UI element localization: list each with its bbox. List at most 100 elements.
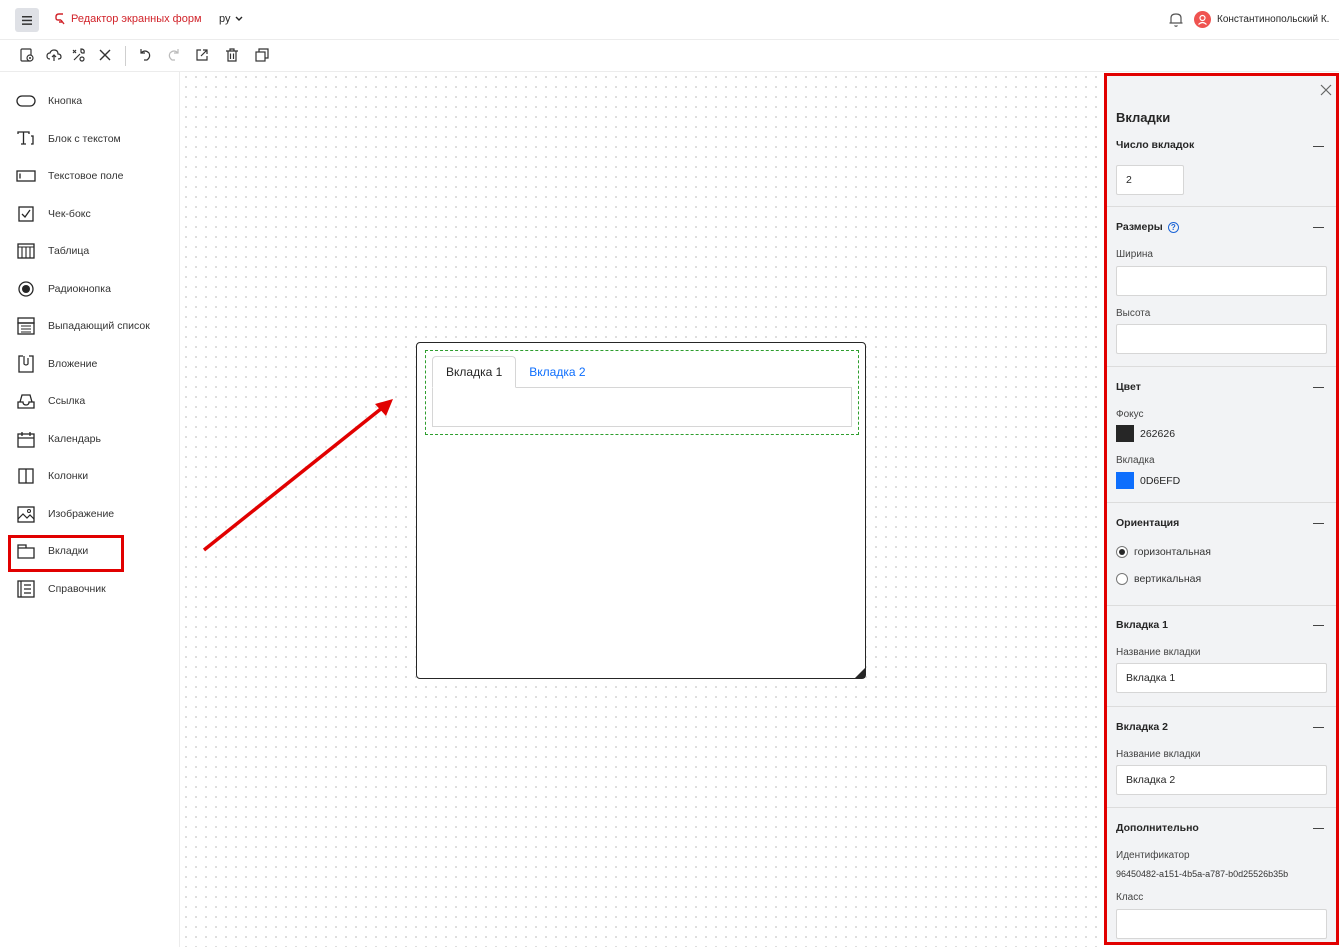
- language-select[interactable]: ру: [219, 13, 243, 25]
- palette-item-dropdown[interactable]: Выпадающий список: [16, 315, 166, 337]
- text-block-icon: [16, 129, 36, 149]
- form-container[interactable]: Вкладка 1 Вкладка 2: [416, 342, 866, 679]
- class-input[interactable]: [1116, 909, 1327, 939]
- palette-item-label: Выпадающий список: [48, 320, 150, 332]
- help-icon[interactable]: ?: [1167, 221, 1179, 233]
- tab2-name-input[interactable]: Вкладка 2: [1116, 765, 1327, 795]
- radio-button[interactable]: [1116, 573, 1128, 585]
- palette-item-text-block[interactable]: Блок с текстом: [16, 128, 166, 150]
- properties-panel: Вкладки Число вкладок 2 Размеры ? Ширина…: [1104, 73, 1339, 945]
- palette-item-link[interactable]: Ссылка: [16, 390, 166, 412]
- collapse-icon[interactable]: [1313, 828, 1324, 829]
- height-input[interactable]: [1116, 324, 1327, 354]
- palette-item-attachment[interactable]: Вложение: [16, 353, 166, 375]
- section-color-title[interactable]: Цвет: [1116, 381, 1141, 393]
- close-icon[interactable]: [1320, 84, 1334, 98]
- palette-item-label: Календарь: [48, 433, 101, 445]
- link-icon: [16, 391, 36, 411]
- chevron-down-icon: [235, 16, 242, 21]
- orientation-vertical-option[interactable]: вертикальная: [1116, 573, 1201, 585]
- resize-handle[interactable]: [855, 668, 865, 678]
- palette-item-label: Радиокнопка: [48, 283, 111, 295]
- palette-item-reference[interactable]: Справочник: [16, 578, 166, 600]
- section-extra-title[interactable]: Дополнительно: [1116, 822, 1199, 834]
- button-icon: [16, 91, 36, 111]
- app-title[interactable]: Редактор экранных форм: [55, 13, 202, 25]
- undo-icon[interactable]: [137, 47, 153, 63]
- radio-button[interactable]: [1116, 546, 1128, 558]
- tab-color-picker[interactable]: 0D6EFD: [1116, 472, 1180, 489]
- tab-count-input[interactable]: 2: [1116, 165, 1184, 195]
- orientation-horizontal-option[interactable]: горизонтальная: [1116, 546, 1211, 558]
- palette-item-table[interactable]: Таблица: [16, 240, 166, 262]
- copy-icon[interactable]: [254, 47, 270, 63]
- section-divider: [1107, 502, 1336, 503]
- palette-item-button[interactable]: Кнопка: [16, 90, 166, 112]
- export-icon[interactable]: [194, 47, 210, 63]
- section-title-label: Число вкладок: [1116, 139, 1195, 151]
- section-title-label: Дополнительно: [1116, 822, 1199, 834]
- trash-icon[interactable]: [224, 47, 240, 63]
- section-tab-count-title[interactable]: Число вкладок: [1116, 139, 1194, 151]
- palette-item-label: Таблица: [48, 245, 90, 257]
- preview-icon[interactable]: [19, 47, 35, 63]
- section-divider: [1107, 706, 1336, 707]
- bell-icon[interactable]: [1168, 11, 1184, 31]
- columns-icon: [16, 466, 36, 486]
- radio-icon: [16, 279, 36, 299]
- section-title-label: Вкладка 2: [1116, 721, 1168, 733]
- collapse-icon[interactable]: [1313, 727, 1324, 728]
- section-title-label: Ориентация: [1116, 517, 1180, 529]
- palette-item-columns[interactable]: Колонки: [16, 465, 166, 487]
- palette-item-label: Текстовое поле: [48, 170, 124, 182]
- collapse-icon[interactable]: [1313, 523, 1324, 524]
- cloud-upload-icon[interactable]: [46, 47, 62, 63]
- tab-content: [432, 387, 852, 427]
- palette-item-calendar[interactable]: Календарь: [16, 428, 166, 450]
- app-title-label: Редактор экранных форм: [71, 13, 202, 25]
- section-divider: [1107, 206, 1336, 207]
- menu-icon[interactable]: [15, 8, 39, 32]
- section-title-label: Размеры: [1116, 221, 1163, 233]
- collapse-icon[interactable]: [1313, 146, 1324, 147]
- focus-color-label: Фокус: [1116, 409, 1144, 420]
- tab-2[interactable]: Вкладка 2: [516, 356, 598, 388]
- toolbar: [0, 40, 1339, 72]
- tab-1[interactable]: Вкладка 1: [432, 356, 517, 388]
- palette-item-label: Вложение: [48, 358, 98, 370]
- redo-icon[interactable]: [166, 47, 182, 63]
- checkbox-icon: [16, 204, 36, 224]
- palette-highlight-frame: [8, 535, 124, 572]
- tab1-name-input[interactable]: Вкладка 1: [1116, 663, 1327, 693]
- reference-icon: [16, 579, 36, 599]
- tabs-component[interactable]: Вкладка 1 Вкладка 2: [425, 350, 859, 435]
- class-label: Класс: [1116, 892, 1144, 903]
- close-icon[interactable]: [97, 47, 113, 63]
- section-tab1-title[interactable]: Вкладка 1: [1116, 619, 1168, 631]
- tab-color-label: Вкладка: [1116, 455, 1155, 466]
- collapse-icon[interactable]: [1313, 227, 1324, 228]
- focus-color-value: 262626: [1140, 427, 1176, 440]
- palette-item-checkbox[interactable]: Чек-бокс: [16, 203, 166, 225]
- tab-color-swatch[interactable]: [1116, 472, 1134, 489]
- dropdown-icon: [16, 316, 36, 336]
- id-label: Идентификатор: [1116, 850, 1190, 861]
- focus-color-swatch[interactable]: [1116, 425, 1134, 442]
- id-value: 96450482-a151-4b5a-a787-b0d25526b35b: [1116, 869, 1289, 879]
- palette-item-image[interactable]: Изображение: [16, 503, 166, 525]
- calendar-icon: [16, 429, 36, 449]
- palette-item-radio[interactable]: Радиокнопка: [16, 278, 166, 300]
- palette-item-label: Кнопка: [48, 95, 83, 107]
- focus-color-picker[interactable]: 262626: [1116, 425, 1175, 442]
- width-input[interactable]: [1116, 266, 1327, 296]
- palette-item-text-field[interactable]: Текстовое поле: [16, 165, 166, 187]
- toolbar-divider: [125, 46, 126, 66]
- collapse-icon[interactable]: [1313, 625, 1324, 626]
- section-sizes-title[interactable]: Размеры ?: [1116, 221, 1179, 233]
- settings-wrench-icon[interactable]: [71, 47, 87, 63]
- user-menu[interactable]: Константинопольский К.: [1194, 11, 1329, 28]
- palette-item-label: Колонки: [48, 470, 89, 482]
- section-tab2-title[interactable]: Вкладка 2: [1116, 721, 1168, 733]
- collapse-icon[interactable]: [1313, 387, 1324, 388]
- section-orientation-title[interactable]: Ориентация: [1116, 517, 1179, 529]
